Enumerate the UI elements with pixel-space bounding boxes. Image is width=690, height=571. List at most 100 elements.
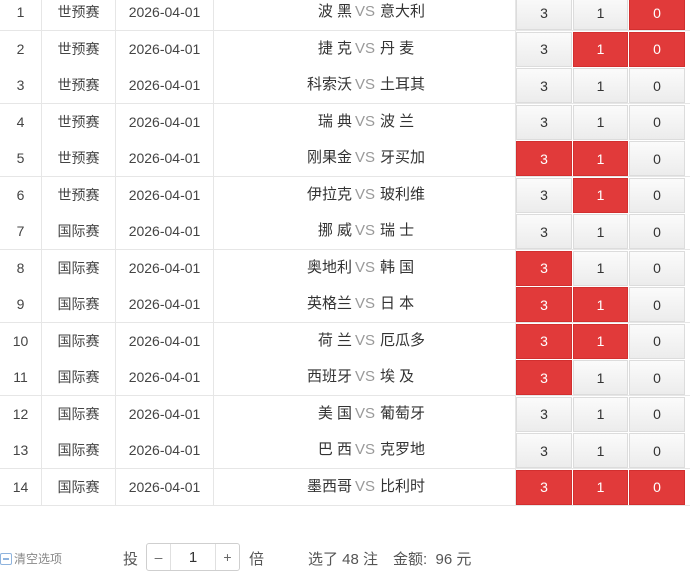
win-option-button[interactable]: 3 bbox=[516, 396, 572, 432]
match-row: 14 国际赛 2026-04-01 墨西哥 VS 比利时 3 1 0 bbox=[0, 468, 690, 506]
loss-option-button[interactable]: 0 bbox=[629, 250, 685, 286]
win-option-button[interactable]: 3 bbox=[516, 323, 572, 359]
match-row: 6 世预赛 2026-04-01 伊拉克 VS 玻利维 3 1 0 bbox=[0, 176, 690, 214]
away-team: 土耳其 bbox=[380, 76, 426, 93]
loss-option-button[interactable]: 0 bbox=[629, 0, 685, 30]
match-row: 11 国际赛 2026-04-01 西班牙 VS 埃 及310 bbox=[0, 359, 690, 396]
draw-option-button[interactable]: 1 bbox=[573, 68, 628, 103]
clear-options-button[interactable]: 清空选项 bbox=[0, 550, 62, 567]
decrement-button[interactable]: – bbox=[147, 544, 171, 570]
home-team: 瑞 典 bbox=[317, 112, 352, 130]
vs-label: VS bbox=[355, 295, 376, 312]
win-option-button[interactable]: 3 bbox=[516, 104, 572, 140]
match-row: 7 国际赛 2026-04-01 挪 威 VS 瑞 士310 bbox=[0, 213, 690, 250]
draw-option-button[interactable]: 1 bbox=[573, 0, 628, 30]
win-option-button[interactable]: 3 bbox=[516, 287, 572, 322]
home-team: 西班牙 bbox=[306, 368, 352, 385]
league-name: 国际赛 bbox=[42, 249, 116, 286]
league-name: 世预赛 bbox=[42, 103, 116, 140]
match-date: 2026-04-01 bbox=[116, 432, 214, 468]
home-team: 奥地利 bbox=[306, 258, 352, 276]
times-label: 倍 bbox=[249, 551, 265, 568]
win-option-button[interactable]: 3 bbox=[516, 214, 572, 249]
vs-label: VS bbox=[355, 477, 376, 495]
win-option-button[interactable]: 3 bbox=[516, 141, 572, 176]
draw-option-button[interactable]: 1 bbox=[573, 360, 628, 395]
multiplier-input[interactable] bbox=[172, 544, 214, 570]
draw-option-button[interactable]: 1 bbox=[573, 104, 628, 140]
loss-option-button[interactable]: 0 bbox=[629, 31, 685, 67]
away-team: 日 本 bbox=[380, 295, 415, 312]
match-number: 3 bbox=[0, 67, 42, 103]
draw-option-button[interactable]: 1 bbox=[573, 177, 628, 213]
vs-label: VS bbox=[355, 222, 376, 239]
draw-option-button[interactable]: 1 bbox=[573, 396, 628, 432]
draw-option-button[interactable]: 1 bbox=[573, 31, 628, 67]
loss-option-button[interactable]: 0 bbox=[629, 104, 685, 140]
league-name: 世预赛 bbox=[42, 67, 116, 103]
loss-option-button[interactable]: 0 bbox=[629, 141, 685, 176]
draw-option-button[interactable]: 1 bbox=[573, 469, 628, 505]
loss-option-button[interactable]: 0 bbox=[629, 396, 685, 432]
win-option-button[interactable]: 3 bbox=[516, 360, 572, 395]
win-option-button[interactable]: 3 bbox=[516, 250, 572, 286]
match-number: 13 bbox=[0, 432, 42, 468]
away-team: 牙买加 bbox=[380, 149, 426, 166]
vs-label: VS bbox=[355, 112, 376, 130]
away-team: 克罗地 bbox=[380, 441, 426, 458]
away-team: 玻利维 bbox=[380, 185, 426, 203]
match-row: 4 世预赛 2026-04-01 瑞 典 VS 波 兰310 bbox=[0, 103, 690, 141]
loss-option-button[interactable]: 0 bbox=[629, 323, 685, 359]
increment-button[interactable]: + bbox=[215, 544, 239, 570]
match-teams: 捷 克 VS 丹 麦 bbox=[214, 30, 516, 67]
win-option-button[interactable]: 3 bbox=[516, 31, 572, 67]
match-teams: 巴 西 VS 克罗地 bbox=[214, 432, 516, 468]
loss-option-button[interactable]: 0 bbox=[629, 287, 685, 322]
match-number: 7 bbox=[0, 213, 42, 249]
loss-option-button[interactable]: 0 bbox=[629, 360, 685, 395]
match-date: 2026-04-01 bbox=[116, 395, 214, 432]
away-team: 厄瓜多 bbox=[380, 331, 426, 349]
league-name: 国际赛 bbox=[42, 359, 116, 395]
vs-label: VS bbox=[355, 368, 376, 385]
draw-option-button[interactable]: 1 bbox=[573, 250, 628, 286]
away-team: 韩 国 bbox=[380, 258, 415, 276]
vs-label: VS bbox=[355, 441, 376, 458]
match-date: 2026-04-01 bbox=[116, 286, 214, 322]
vs-label: VS bbox=[355, 258, 376, 276]
vs-label: VS bbox=[355, 3, 376, 20]
win-option-button[interactable]: 3 bbox=[516, 0, 572, 30]
draw-option-button[interactable]: 1 bbox=[573, 433, 628, 468]
home-team: 捷 克 bbox=[317, 39, 352, 57]
match-teams: 科索沃 VS 土耳其 bbox=[214, 67, 516, 103]
win-option-button[interactable]: 3 bbox=[516, 177, 572, 213]
league-name: 世预赛 bbox=[42, 176, 116, 213]
league-name: 国际赛 bbox=[42, 213, 116, 249]
loss-option-button[interactable]: 0 bbox=[629, 469, 685, 505]
win-option-button[interactable]: 3 bbox=[516, 68, 572, 103]
match-teams: 荷 兰 VS 厄瓜多 bbox=[214, 322, 516, 359]
loss-option-button[interactable]: 0 bbox=[629, 214, 685, 249]
match-number: 14 bbox=[0, 468, 42, 505]
match-number: 5 bbox=[0, 140, 42, 176]
match-number: 4 bbox=[0, 103, 42, 140]
multiplier-stepper[interactable]: – + bbox=[146, 543, 240, 571]
total-amount: 金额: 96 元 bbox=[393, 551, 472, 568]
draw-option-button[interactable]: 1 bbox=[573, 323, 628, 359]
home-team: 科索沃 bbox=[306, 76, 352, 93]
match-date: 2026-04-01 bbox=[116, 0, 214, 30]
loss-option-button[interactable]: 0 bbox=[629, 68, 685, 103]
match-teams: 英格兰 VS 日 本 bbox=[214, 286, 516, 322]
away-team: 瑞 士 bbox=[380, 222, 415, 239]
win-option-button[interactable]: 3 bbox=[516, 433, 572, 468]
match-date: 2026-04-01 bbox=[116, 176, 214, 213]
draw-option-button[interactable]: 1 bbox=[573, 141, 628, 176]
home-team: 荷 兰 bbox=[317, 331, 352, 349]
loss-option-button[interactable]: 0 bbox=[629, 433, 685, 468]
draw-option-button[interactable]: 1 bbox=[573, 214, 628, 249]
vs-label: VS bbox=[355, 149, 376, 166]
win-option-button[interactable]: 3 bbox=[516, 469, 572, 505]
match-row: 5 世预赛 2026-04-01 刚果金 VS 牙买加 3 1 0 bbox=[0, 140, 690, 177]
draw-option-button[interactable]: 1 bbox=[573, 287, 628, 322]
loss-option-button[interactable]: 0 bbox=[629, 177, 685, 213]
